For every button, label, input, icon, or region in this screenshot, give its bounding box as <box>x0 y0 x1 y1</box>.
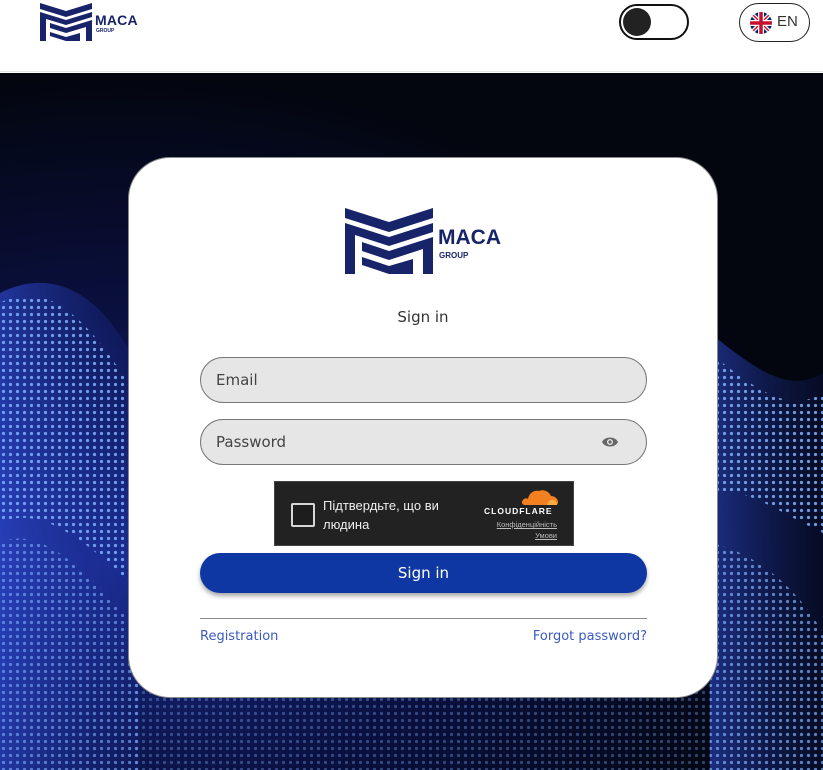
language-selector[interactable]: EN <box>739 3 810 42</box>
language-code: EN <box>777 13 798 30</box>
theme-toggle[interactable] <box>619 4 689 40</box>
uk-flag-icon <box>750 12 772 34</box>
card-brand-sub: GROUP <box>439 251 469 260</box>
header-brand-sub: GROUP <box>96 28 115 34</box>
maca-logo-icon <box>40 3 92 41</box>
toggle-knob <box>623 8 651 36</box>
password-field-wrapper <box>200 419 647 465</box>
card-logo: MACA GROUP <box>345 208 505 278</box>
captcha-terms-link[interactable]: Умови <box>535 531 557 540</box>
header-brand-name: MACA <box>95 12 138 28</box>
sign-in-button[interactable]: Sign in <box>200 553 647 593</box>
cloudflare-captcha: Підтвердьте, що ви людина CLOUDFLARE Кон… <box>274 481 574 546</box>
captcha-checkbox[interactable] <box>291 503 315 527</box>
top-header: MACA GROUP EN <box>0 0 823 72</box>
header-logo[interactable]: MACA GROUP <box>40 3 140 43</box>
login-card: MACA GROUP Sign in Підтвердьте, що ви лю… <box>128 157 718 698</box>
divider <box>200 618 647 619</box>
page-title: Sign in <box>397 308 449 326</box>
forgot-password-link[interactable]: Forgot password? <box>533 629 647 644</box>
password-field[interactable] <box>201 420 646 464</box>
eye-icon[interactable] <box>602 436 618 448</box>
moon-icon <box>667 13 676 31</box>
email-field[interactable] <box>201 358 646 402</box>
registration-link[interactable]: Registration <box>200 629 278 644</box>
cloudflare-cloud-icon <box>521 490 558 505</box>
email-field-wrapper <box>200 357 647 403</box>
maca-logo-icon <box>345 208 433 274</box>
card-brand-name: MACA <box>438 226 501 249</box>
captcha-privacy-link[interactable]: Конфіденційність <box>497 520 557 529</box>
captcha-label: Підтвердьте, що ви людина <box>323 498 439 532</box>
cloudflare-brand: CLOUDFLARE <box>484 506 553 516</box>
